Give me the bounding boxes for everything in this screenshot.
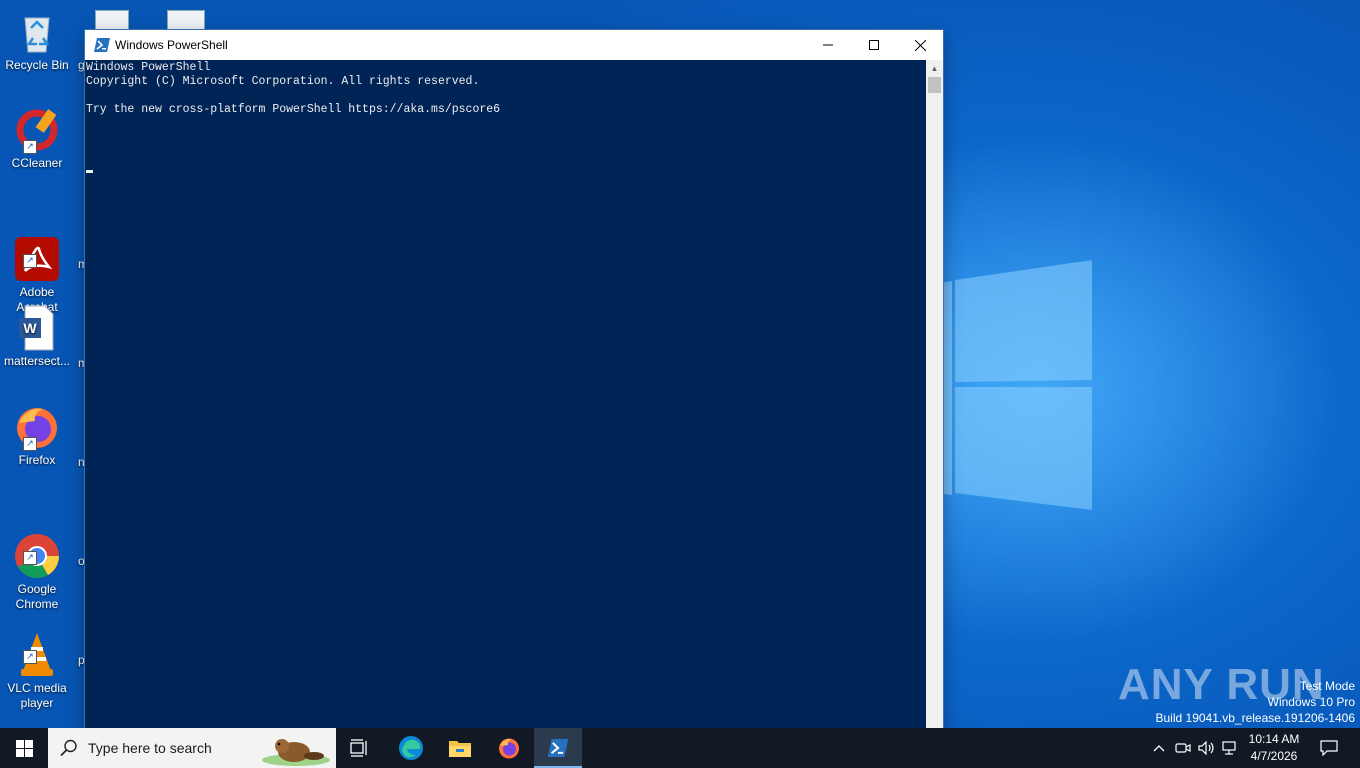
task-view-icon: [350, 739, 367, 757]
adobe-acrobat-icon: ↗: [13, 220, 61, 281]
powershell-window[interactable]: Windows PowerShell Windows PowerShell Cop…: [85, 30, 943, 752]
taskbar-clock[interactable]: 10:14 AM 4/7/2026: [1242, 731, 1306, 765]
partial-desktop-label: g: [78, 58, 85, 72]
network-icon: [1222, 741, 1236, 755]
scroll-up-icon[interactable]: ▲: [926, 60, 943, 77]
maximize-icon: [869, 40, 879, 50]
partial-document-icon[interactable]: [167, 10, 205, 32]
window-titlebar[interactable]: Windows PowerShell: [85, 30, 943, 60]
console-line: Try the new cross-platform PowerShell ht…: [86, 103, 501, 116]
search-highlight-illustration-icon: [262, 739, 330, 766]
taskbar-search-box[interactable]: Type here to search: [48, 728, 336, 768]
desktop-icon-label: VLC media player: [7, 681, 67, 710]
meet-now-button[interactable]: [1172, 728, 1194, 768]
volume-icon: [1198, 741, 1214, 755]
chrome-icon: ↗: [13, 517, 61, 578]
test-mode-label: Test Mode: [1299, 679, 1355, 693]
clock-date: 4/7/2026: [1250, 749, 1298, 763]
notification-icon: [1320, 740, 1338, 756]
desktop-icon-recycle-bin[interactable]: Recycle Bin: [0, 8, 74, 73]
shortcut-arrow-icon: ↗: [23, 254, 37, 268]
maximize-button[interactable]: [851, 30, 897, 60]
desktop-icon-google-chrome[interactable]: ↗ Google Chrome: [0, 502, 74, 612]
taskbar: Type here to search 10:14 AM 4/7/2026: [0, 728, 1360, 768]
taskbar-edge[interactable]: [387, 728, 435, 768]
shortcut-arrow-icon: ↗: [23, 650, 37, 664]
minimize-button[interactable]: [805, 30, 851, 60]
firefox-icon: [499, 738, 519, 759]
desktop-icon-ccleaner[interactable]: ↗ CCleaner: [0, 106, 74, 171]
svg-text:W: W: [23, 320, 37, 336]
console-line: Windows PowerShell: [86, 61, 211, 74]
desktop-icon-firefox[interactable]: ↗ Firefox: [0, 403, 74, 468]
vlc-icon: ↗: [13, 616, 61, 676]
firefox-icon: ↗: [13, 403, 61, 451]
partial-desktop-label: o: [78, 554, 85, 568]
desktop-icon-word-document[interactable]: W mattersect...: [0, 304, 74, 369]
search-icon: [60, 739, 77, 757]
meet-now-icon: [1175, 743, 1191, 753]
console-line: Copyright (C) Microsoft Corporation. All…: [86, 75, 480, 88]
minimize-icon: [823, 44, 833, 46]
window-title: Windows PowerShell: [115, 38, 228, 52]
windows-logo-wallpaper: [940, 260, 1092, 510]
action-center-button[interactable]: [1316, 728, 1342, 768]
powershell-icon: [94, 38, 110, 52]
ccleaner-icon: ↗: [13, 106, 61, 154]
close-icon: [914, 39, 926, 51]
partial-desktop-label: p: [78, 653, 85, 667]
task-view-button[interactable]: [336, 728, 384, 768]
file-explorer-icon: [449, 741, 471, 757]
start-button[interactable]: [0, 728, 48, 768]
build-label: Build 19041.vb_release.191206-1406: [1155, 711, 1356, 725]
powershell-icon: [547, 739, 569, 757]
chevron-up-icon: [1153, 745, 1165, 752]
desktop-icon-label: Recycle Bin: [5, 58, 69, 72]
shortcut-arrow-icon: ↗: [23, 551, 37, 565]
partial-desktop-label: n: [78, 455, 85, 469]
scrollbar-thumb[interactable]: [928, 77, 941, 93]
recycle-bin-icon: [13, 8, 61, 56]
test-mode-watermark: Test Mode Windows 10 Pro Build 19041.vb_…: [1156, 678, 1356, 726]
console-output[interactable]: Windows PowerShell Copyright (C) Microsof…: [85, 60, 928, 752]
taskbar-file-explorer[interactable]: [436, 728, 484, 768]
text-cursor: [86, 170, 93, 173]
network-button[interactable]: [1220, 728, 1242, 768]
volume-button[interactable]: [1196, 728, 1218, 768]
word-document-icon: W: [13, 304, 61, 352]
partial-document-icon[interactable]: [95, 10, 129, 32]
desktop-icon-label: mattersect...: [3, 354, 71, 368]
clock-time: 10:14 AM: [1248, 732, 1300, 746]
shortcut-arrow-icon: ↗: [23, 140, 37, 154]
shortcut-arrow-icon: ↗: [23, 437, 37, 451]
windows-edition-label: Windows 10 Pro: [1267, 695, 1355, 709]
taskbar-firefox[interactable]: [485, 728, 533, 768]
taskbar-powershell[interactable]: [534, 728, 582, 768]
close-button[interactable]: [897, 30, 943, 60]
search-placeholder: Type here to search: [88, 740, 212, 756]
windows-start-icon: [15, 739, 33, 757]
show-hidden-icons-button[interactable]: [1148, 728, 1170, 768]
desktop-icon-vlc[interactable]: ↗ VLC media player: [0, 601, 74, 711]
desktop-icon-label: CCleaner: [11, 156, 63, 170]
desktop-icon-adobe-acrobat[interactable]: ↗ Adobe Acrobat: [0, 205, 74, 315]
vertical-scrollbar[interactable]: ▲ ▼: [926, 60, 943, 750]
desktop-icon-label: Firefox: [18, 453, 56, 467]
edge-icon: [399, 736, 423, 760]
